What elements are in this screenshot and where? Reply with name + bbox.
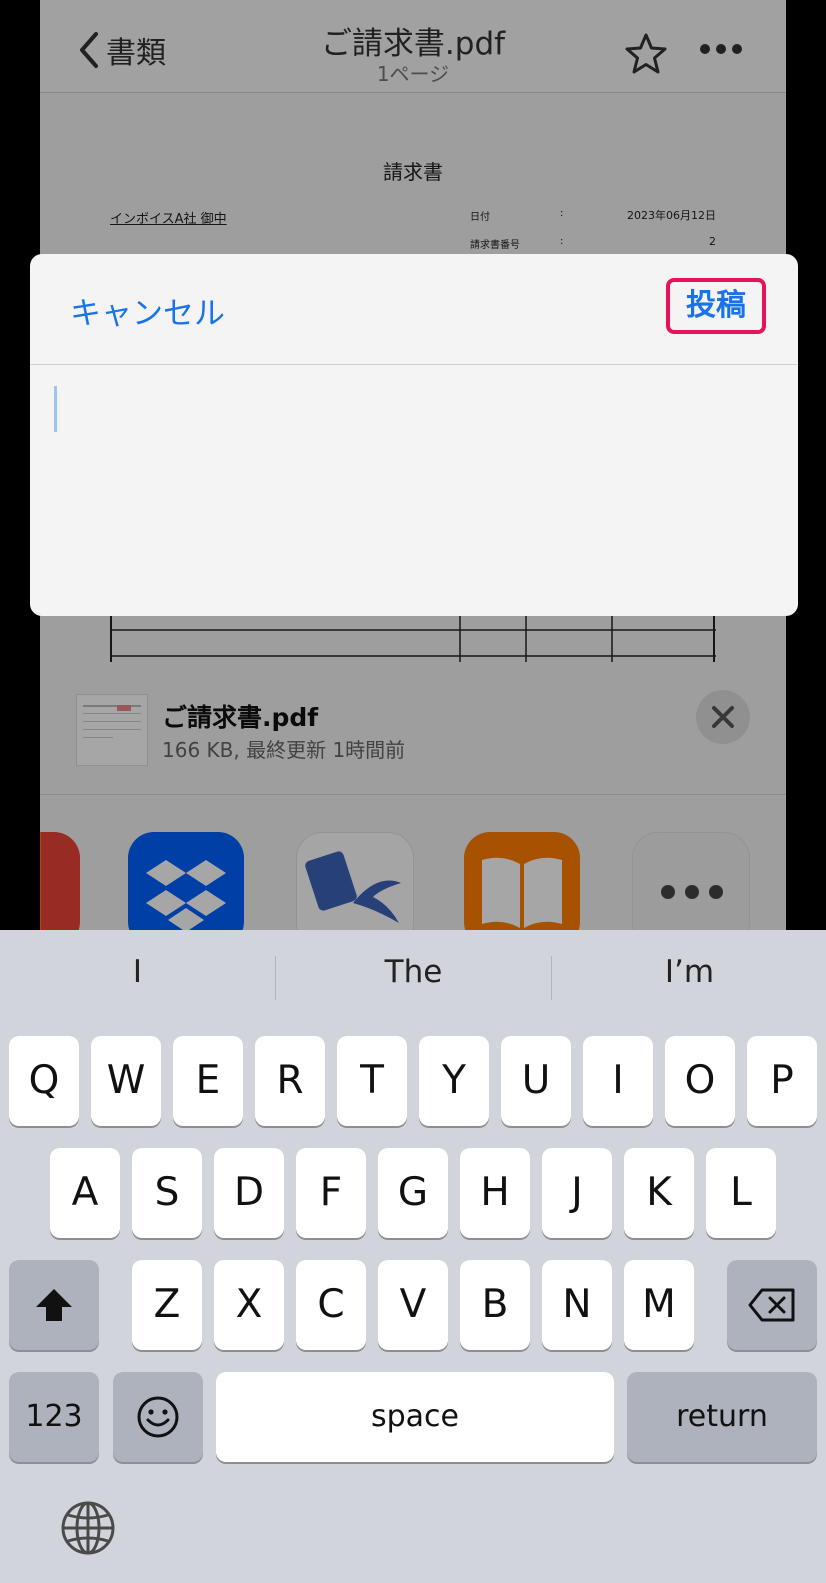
suggestion-3[interactable]: I’m <box>552 930 826 1020</box>
compose-header: キャンセル 投稿 <box>30 254 798 365</box>
space-key[interactable]: space <box>216 1372 614 1462</box>
key[interactable]: A <box>50 1148 120 1238</box>
key[interactable]: X <box>214 1260 284 1350</box>
compose-text-area[interactable] <box>30 366 798 616</box>
key[interactable]: L <box>706 1148 776 1238</box>
key[interactable]: M <box>624 1260 694 1350</box>
key[interactable]: U <box>501 1036 571 1126</box>
suggestion-1[interactable]: I <box>0 930 275 1020</box>
key[interactable]: T <box>337 1036 407 1126</box>
suggestion-2[interactable]: The <box>276 930 551 1020</box>
keyboard: I The I’m Q W E R T Y U I O P A S D F G … <box>0 930 826 1583</box>
key[interactable]: V <box>378 1260 448 1350</box>
key[interactable]: P <box>747 1036 817 1126</box>
key[interactable]: G <box>378 1148 448 1238</box>
globe-icon[interactable] <box>60 1500 116 1556</box>
key[interactable]: O <box>665 1036 735 1126</box>
key[interactable]: Y <box>419 1036 489 1126</box>
emoji-key[interactable] <box>113 1372 203 1462</box>
key[interactable]: J <box>542 1148 612 1238</box>
compose-sheet: キャンセル 投稿 <box>30 254 798 616</box>
key[interactable]: B <box>460 1260 530 1350</box>
key[interactable]: R <box>255 1036 325 1126</box>
shift-icon <box>36 1289 72 1321</box>
key[interactable]: I <box>583 1036 653 1126</box>
delete-key[interactable] <box>727 1260 817 1350</box>
key[interactable]: K <box>624 1148 694 1238</box>
key[interactable]: Z <box>132 1260 202 1350</box>
return-key[interactable]: return <box>627 1372 817 1462</box>
post-button[interactable]: 投稿 <box>666 278 766 334</box>
emoji-icon <box>137 1396 179 1438</box>
numbers-key[interactable]: 123 <box>9 1372 99 1462</box>
cancel-button[interactable]: キャンセル <box>70 288 225 333</box>
key[interactable]: W <box>91 1036 161 1126</box>
key[interactable]: S <box>132 1148 202 1238</box>
shift-key[interactable] <box>9 1260 99 1350</box>
key[interactable]: F <box>296 1148 366 1238</box>
key[interactable]: H <box>460 1148 530 1238</box>
key[interactable]: E <box>173 1036 243 1126</box>
key[interactable]: D <box>214 1148 284 1238</box>
backspace-icon <box>748 1288 795 1322</box>
key[interactable]: C <box>296 1260 366 1350</box>
key[interactable]: N <box>542 1260 612 1350</box>
key[interactable]: Q <box>9 1036 79 1126</box>
